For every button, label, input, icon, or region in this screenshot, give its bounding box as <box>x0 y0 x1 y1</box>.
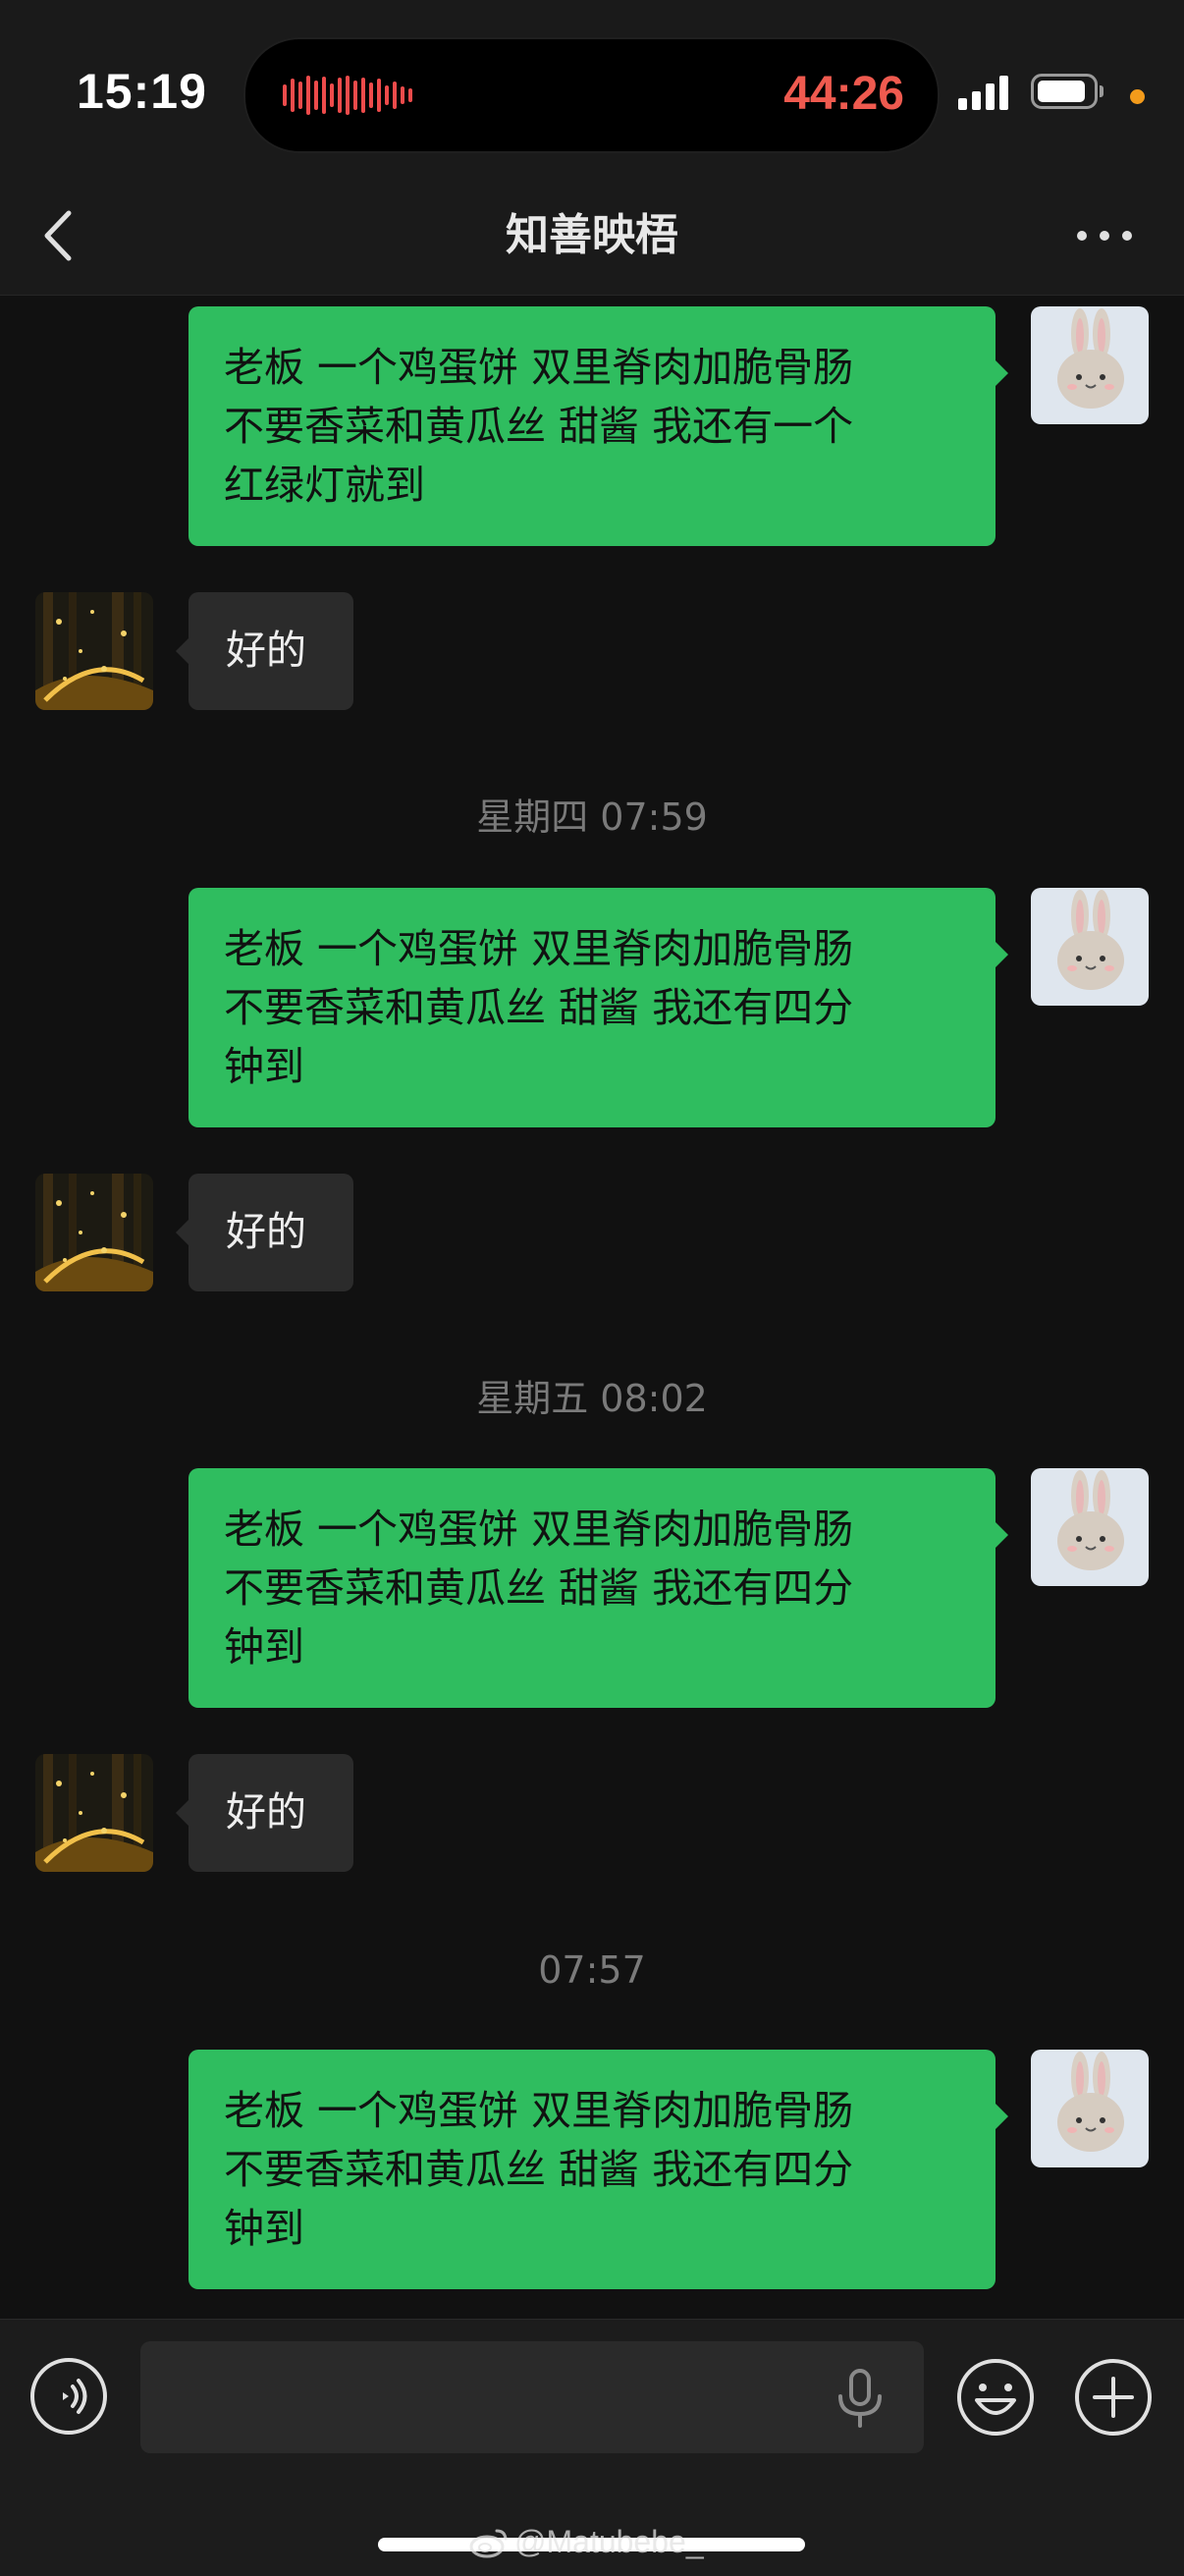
more-options-button[interactable] <box>1070 211 1139 260</box>
voice-mode-icon <box>30 2358 107 2435</box>
privacy-indicator-dot <box>1130 89 1145 104</box>
battery-icon <box>1031 74 1103 109</box>
received-message-bubble[interactable]: 好的 <box>176 1754 353 1872</box>
sent-message-bubble[interactable]: 老板 一个鸡蛋饼 双里脊肉加脆骨肠 不要香菜和黄瓜丝 甜酱 我还有四分 钟到 <box>188 1468 1008 1708</box>
message-timestamp: 星期四 07:59 <box>476 795 708 839</box>
chevron-left-icon <box>44 210 72 261</box>
sent-message-bubble[interactable]: 老板 一个鸡蛋饼 双里脊肉加脆骨肠 不要香菜和黄瓜丝 甜酱 我还有四分 钟到 <box>188 888 1008 1127</box>
sent-message-bubble[interactable]: 老板 一个鸡蛋饼 双里脊肉加脆骨肠 不要香菜和黄瓜丝 甜酱 我还有四分 钟到 <box>188 2050 1008 2289</box>
back-button[interactable] <box>29 201 98 270</box>
message-timestamp: 07:57 <box>538 1948 646 1992</box>
recording-timer: 44:26 <box>783 68 904 120</box>
message-text: 老板 一个鸡蛋饼 双里脊肉加脆骨肠 不要香菜和黄瓜丝 甜酱 我还有四分 钟到 <box>224 1506 854 1671</box>
watermark: @Matubebe_ <box>469 2520 704 2563</box>
status-time: 15:19 <box>77 64 207 119</box>
chat-input-bar: @Matubebe_ <box>0 2319 1184 2576</box>
message-timestamp: 星期五 08:02 <box>476 1377 708 1420</box>
contact-avatar[interactable] <box>35 1174 153 1291</box>
my-avatar[interactable] <box>1031 888 1149 1006</box>
voice-mode-button[interactable] <box>29 2357 108 2436</box>
recording-waveform-icon <box>283 75 412 116</box>
watermark-text: @Matubebe_ <box>514 2523 704 2559</box>
message-text: 老板 一个鸡蛋饼 双里脊肉加脆骨肠 不要香菜和黄瓜丝 甜酱 我还有一个 红绿灯就… <box>224 344 854 509</box>
chat-header: 知善映梧 <box>0 172 1184 296</box>
message-text: 好的 <box>226 627 306 674</box>
message-list[interactable]: 老板 一个鸡蛋饼 双里脊肉加脆骨肠 不要香菜和黄瓜丝 甜酱 我还有一个 红绿灯就… <box>0 296 1184 2319</box>
microphone-button[interactable] <box>833 2369 888 2430</box>
contact-avatar[interactable] <box>35 1754 153 1872</box>
message-text: 好的 <box>226 1208 306 1255</box>
chat-title: 知善映梧 <box>506 210 678 260</box>
message-input[interactable] <box>140 2341 924 2453</box>
emoji-button[interactable] <box>955 2357 1036 2438</box>
message-text: 老板 一个鸡蛋饼 双里脊肉加脆骨肠 不要香菜和黄瓜丝 甜酱 我还有四分 钟到 <box>224 2087 854 2252</box>
weibo-icon <box>469 2529 508 2558</box>
my-avatar[interactable] <box>1031 1468 1149 1586</box>
dynamic-island[interactable]: 44:26 <box>243 37 940 153</box>
my-avatar[interactable] <box>1031 306 1149 424</box>
emoji-icon <box>957 2359 1034 2436</box>
cellular-signal-icon <box>958 75 1008 110</box>
message-text: 好的 <box>226 1788 306 1836</box>
more-dots-icon <box>1077 231 1132 241</box>
sent-message-bubble[interactable]: 老板 一个鸡蛋饼 双里脊肉加脆骨肠 不要香菜和黄瓜丝 甜酱 我还有一个 红绿灯就… <box>188 306 1008 546</box>
received-message-bubble[interactable]: 好的 <box>176 592 353 710</box>
message-text: 老板 一个鸡蛋饼 双里脊肉加脆骨肠 不要香菜和黄瓜丝 甜酱 我还有四分 钟到 <box>224 925 854 1090</box>
received-message-bubble[interactable]: 好的 <box>176 1174 353 1291</box>
microphone-icon <box>838 2369 882 2428</box>
more-functions-button[interactable] <box>1073 2357 1154 2438</box>
status-bar: 15:19 44:26 <box>0 0 1184 172</box>
my-avatar[interactable] <box>1031 2050 1149 2167</box>
contact-avatar[interactable] <box>35 592 153 710</box>
plus-icon <box>1075 2359 1152 2436</box>
